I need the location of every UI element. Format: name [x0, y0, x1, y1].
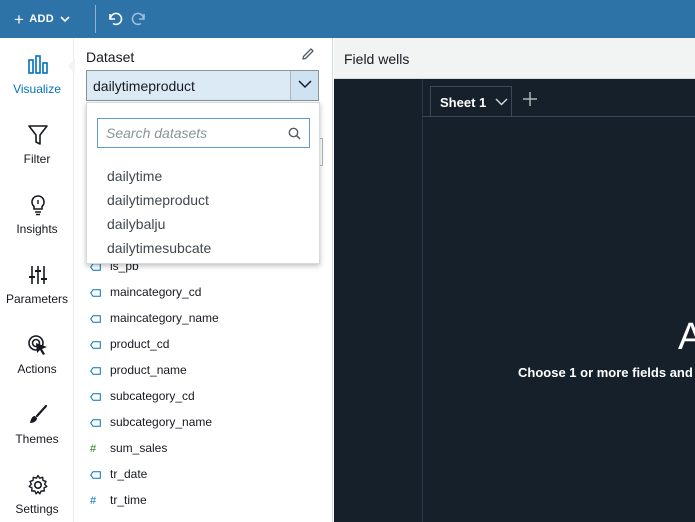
dataset-option[interactable]: dailytime: [107, 168, 162, 184]
dimension-tag-icon: [90, 263, 101, 271]
undo-icon[interactable]: [107, 11, 123, 27]
dataset-option[interactable]: dailytimesubcate: [107, 240, 211, 256]
nav-settings[interactable]: Settings: [0, 474, 74, 522]
dimension-tag-icon: [90, 419, 101, 427]
canvas-gutter: [334, 79, 423, 522]
measure-hash-icon: #: [90, 443, 97, 455]
dataset-select[interactable]: dailytimeproduct: [86, 70, 319, 101]
dataset-search-input[interactable]: [106, 123, 281, 143]
dimension-tag-icon: [90, 367, 101, 375]
left-nav: Visualize Filter Insights Parameters Act…: [0, 38, 75, 522]
field-item[interactable]: # tr_time: [90, 492, 320, 512]
toolbar-divider: [95, 5, 96, 33]
nav-active-pointer: [68, 58, 75, 74]
sliders-icon: [29, 266, 47, 284]
cursor-click-icon: [28, 335, 47, 355]
search-icon: [288, 127, 301, 140]
field-name: tr_time: [110, 493, 147, 507]
field-item[interactable]: tr_date: [90, 466, 320, 486]
nav-label: Themes: [15, 432, 59, 446]
field-item[interactable]: subcategory_name: [90, 414, 320, 434]
field-name: tr_date: [110, 467, 148, 481]
chevron-down-icon: [298, 80, 312, 89]
nav-label: Settings: [15, 502, 59, 516]
field-wells-bar[interactable]: Field wells: [334, 38, 695, 79]
lightbulb-icon: [31, 195, 45, 216]
nav-parameters[interactable]: Parameters: [0, 264, 74, 326]
field-name: product_cd: [110, 337, 170, 351]
dataset-select-toggle[interactable]: [290, 71, 318, 100]
chevron-down-icon: [60, 15, 70, 22]
empty-visual-hint: Choose 1 or more fields and: [518, 365, 693, 380]
nav-label: Parameters: [5, 292, 69, 306]
nav-insights[interactable]: Insights: [0, 194, 74, 256]
dataset-option[interactable]: dailytimeproduct: [107, 192, 209, 208]
add-sheet-icon[interactable]: [521, 90, 539, 108]
field-item[interactable]: subcategory_cd: [90, 388, 320, 408]
paintbrush-icon: [30, 404, 48, 423]
field-name: sum_sales: [110, 441, 168, 455]
field-name: maincategory_cd: [110, 285, 202, 299]
nav-label: Insights: [16, 222, 58, 236]
nav-label: Filter: [23, 152, 51, 166]
field-item[interactable]: maincategory_name: [90, 310, 320, 330]
field-item[interactable]: product_name: [90, 362, 320, 382]
dataset-search[interactable]: [97, 118, 310, 148]
dataset-label: Dataset: [86, 49, 135, 65]
dimension-tag-icon: [90, 315, 101, 323]
nav-label: Actions: [17, 362, 57, 376]
add-button-label: ADD: [29, 13, 54, 25]
dimension-tag-icon: [90, 289, 101, 297]
sheet-tabs-baseline: [423, 116, 695, 117]
empty-visual-heading: A: [678, 316, 695, 358]
dataset-option[interactable]: dailybalju: [107, 216, 165, 232]
redo-icon[interactable]: [131, 11, 147, 27]
field-name: subcategory_name: [110, 415, 213, 429]
dataset-dropdown: dailytime dailytimeproduct dailybalju da…: [86, 102, 320, 264]
filter-icon: [28, 125, 48, 145]
field-name: maincategory_name: [110, 311, 219, 325]
dimension-tag-icon: [90, 471, 101, 479]
sheet-tab-label: Sheet 1: [440, 95, 487, 110]
pencil-icon[interactable]: [301, 47, 315, 61]
add-button[interactable]: + ADD: [14, 0, 70, 38]
nav-visualize[interactable]: Visualize: [0, 54, 74, 116]
nav-actions[interactable]: Actions: [0, 334, 74, 396]
nav-themes[interactable]: Themes: [0, 404, 74, 466]
field-item[interactable]: maincategory_cd: [90, 284, 320, 304]
tab-sheet-1[interactable]: Sheet 1: [430, 86, 512, 116]
dataset-select-value: dailytimeproduct: [93, 78, 195, 94]
bar-chart-icon: [28, 55, 48, 74]
dimension-tag-icon: [90, 393, 101, 401]
field-item[interactable]: # sum_sales: [90, 440, 320, 460]
add-icon: +: [14, 9, 25, 29]
chevron-down-icon[interactable]: [495, 98, 508, 106]
field-item[interactable]: product_cd: [90, 336, 320, 356]
field-name: subcategory_cd: [110, 389, 195, 403]
gear-icon: [28, 474, 48, 495]
field-name: product_name: [110, 363, 187, 377]
measure-hash-icon: #: [90, 495, 97, 507]
top-toolbar: + ADD: [0, 0, 695, 38]
nav-filter[interactable]: Filter: [0, 124, 74, 186]
dimension-tag-icon: [90, 341, 101, 349]
field-wells-label: Field wells: [344, 51, 410, 67]
nav-label: Visualize: [13, 82, 61, 96]
